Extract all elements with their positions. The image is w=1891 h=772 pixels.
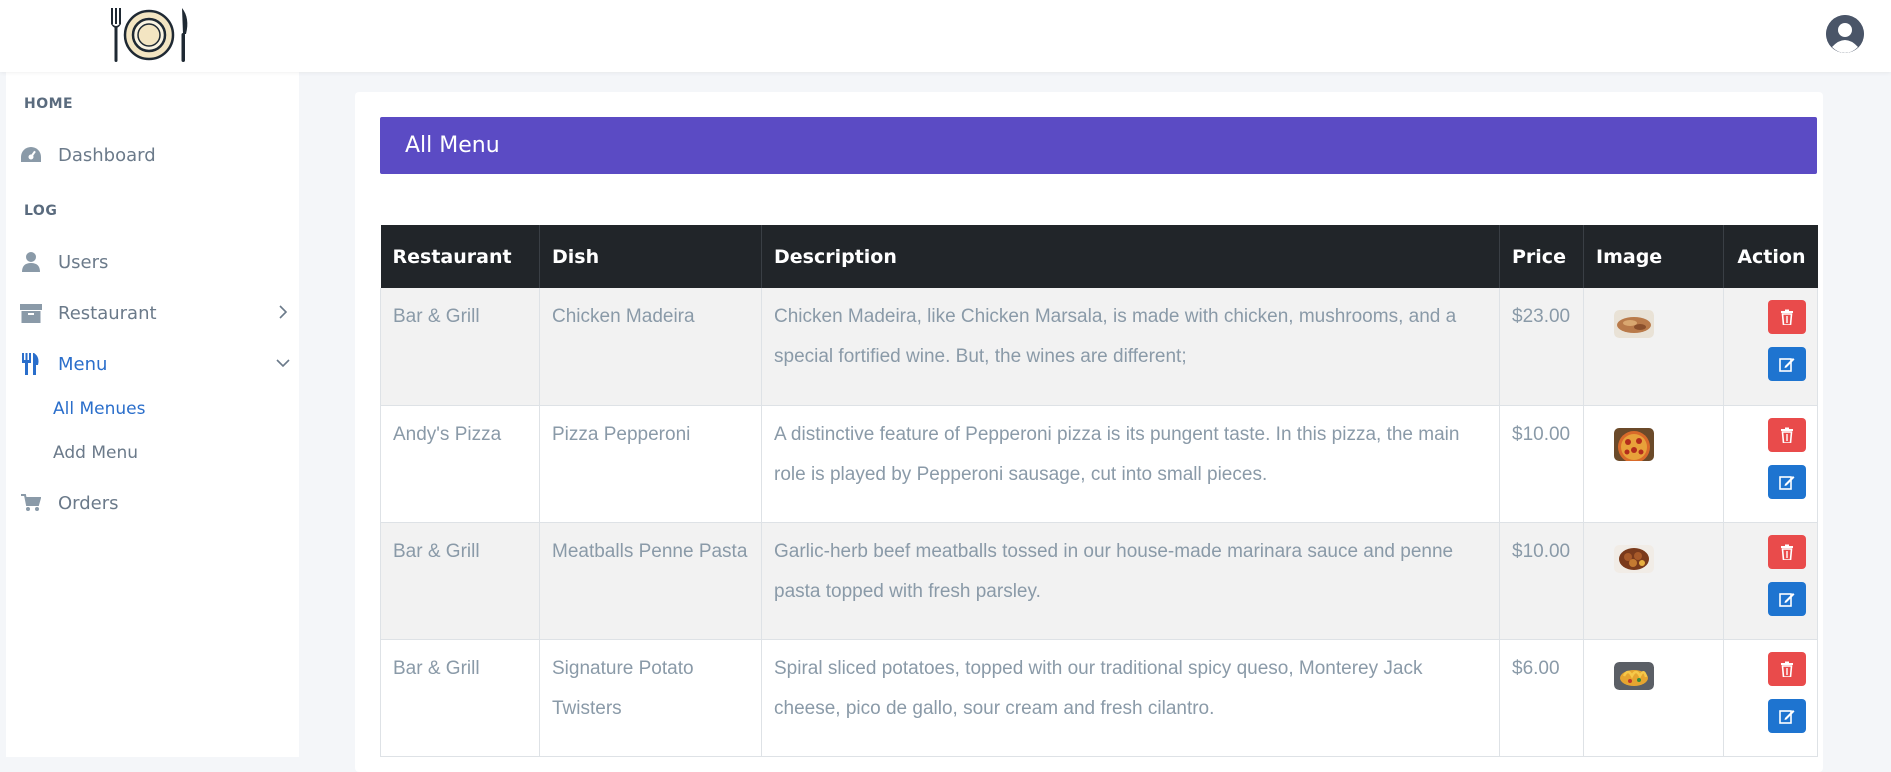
cell-description: A distinctive feature of Pepperoni pizza…: [774, 423, 1460, 485]
user-avatar-icon[interactable]: [1826, 15, 1864, 53]
sidebar-item-menu[interactable]: Menu: [20, 347, 290, 381]
edit-button[interactable]: [1768, 698, 1806, 733]
sidebar: HOME Dashboard LOG Users Restaurant Menu…: [6, 72, 299, 757]
restaurant-logo-icon[interactable]: [108, 4, 190, 64]
delete-button[interactable]: [1768, 534, 1806, 569]
cell-dish: Signature Potato Twisters: [552, 657, 694, 719]
column-header-price[interactable]: Price: [1499, 225, 1584, 288]
table-row: Bar & Grill Chicken Madeira Chicken Made…: [380, 288, 1818, 405]
cell-price: $10.00: [1512, 540, 1571, 562]
column-header-image[interactable]: Image: [1583, 225, 1724, 288]
dish-image: [1614, 310, 1654, 338]
top-bar: [0, 0, 1891, 72]
chevron-down-icon: [276, 356, 290, 370]
edit-button[interactable]: [1768, 581, 1806, 616]
trash-icon: [1781, 661, 1793, 677]
sidebar-item-label: Orders: [58, 492, 119, 514]
cell-restaurant: Bar & Grill: [393, 657, 480, 679]
chevron-right-icon: [276, 305, 290, 319]
cell-description: Chicken Madeira, like Chicken Marsala, i…: [774, 306, 1457, 367]
column-header-action: Action: [1737, 245, 1806, 268]
trash-icon: [1781, 427, 1793, 443]
table-row: Bar & Grill Signature Potato Twisters Sp…: [380, 639, 1818, 756]
page-title: All Menu: [405, 133, 500, 158]
cell-restaurant: Bar & Grill: [393, 306, 480, 327]
sidebar-heading-log: LOG: [24, 203, 58, 219]
dashboard-icon: [20, 144, 42, 166]
dish-image: [1614, 661, 1654, 690]
delete-button[interactable]: [1768, 417, 1806, 452]
utensils-icon: [20, 353, 42, 375]
edit-icon: [1779, 592, 1795, 607]
cell-restaurant: Bar & Grill: [393, 540, 480, 562]
menu-card: All Menu Restaurant Dish Description Pri…: [355, 92, 1823, 772]
sidebar-subitem-add-menu[interactable]: Add Menu: [53, 443, 138, 463]
cell-description: Garlic-herb beef meatballs tossed in our…: [774, 540, 1454, 602]
edit-icon: [1779, 709, 1795, 724]
column-header-dish[interactable]: Dish: [539, 225, 762, 288]
archive-icon: [20, 302, 42, 324]
cell-dish: Pizza Pepperoni: [552, 423, 691, 445]
table-row: Andy's Pizza Pizza Pepperoni A distincti…: [380, 405, 1818, 522]
cell-price: $23.00: [1512, 306, 1571, 327]
sidebar-item-label: Restaurant: [58, 302, 157, 324]
trash-icon: [1781, 544, 1793, 560]
cell-restaurant: Andy's Pizza: [393, 423, 502, 445]
sidebar-item-label: Menu: [58, 353, 108, 375]
table-row: Bar & Grill Meatballs Penne Pasta Garlic…: [380, 522, 1818, 639]
delete-button[interactable]: [1768, 300, 1806, 334]
edit-button[interactable]: [1768, 464, 1806, 499]
column-header-description[interactable]: Description: [761, 225, 1500, 288]
cell-price: $6.00: [1512, 657, 1560, 679]
column-header-restaurant[interactable]: Restaurant: [380, 225, 540, 288]
cell-description: Spiral sliced potatoes, topped with our …: [774, 657, 1423, 719]
edit-button[interactable]: [1768, 347, 1806, 381]
delete-button[interactable]: [1768, 651, 1806, 686]
dish-image: [1614, 544, 1654, 573]
sidebar-item-users[interactable]: Users: [20, 245, 290, 279]
edit-icon: [1779, 358, 1795, 372]
table-header-row: Restaurant Dish Description Price Image …: [380, 225, 1818, 288]
sidebar-item-label: Users: [58, 251, 109, 273]
menu-table: Restaurant Dish Description Price Image …: [380, 225, 1818, 757]
user-icon: [20, 251, 42, 273]
sidebar-subitem-all-menues[interactable]: All Menues: [53, 399, 145, 419]
cell-price: $10.00: [1512, 423, 1571, 445]
dish-image: [1614, 427, 1654, 461]
sidebar-item-restaurant[interactable]: Restaurant: [20, 296, 290, 330]
card-header: All Menu: [380, 117, 1817, 174]
cell-dish: Chicken Madeira: [552, 306, 695, 327]
cell-dish: Meatballs Penne Pasta: [552, 540, 748, 562]
sidebar-heading-home: HOME: [24, 96, 74, 112]
cart-icon: [20, 492, 42, 514]
sidebar-item-orders[interactable]: Orders: [20, 486, 290, 520]
edit-icon: [1779, 475, 1795, 490]
trash-icon: [1781, 309, 1793, 325]
sidebar-item-dashboard[interactable]: Dashboard: [20, 138, 290, 172]
sidebar-item-label: Dashboard: [58, 144, 156, 166]
